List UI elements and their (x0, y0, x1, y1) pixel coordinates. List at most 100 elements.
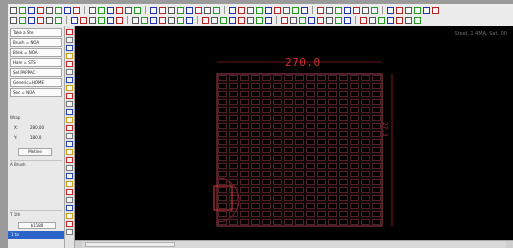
side-tool-icon[interactable] (66, 189, 73, 195)
horizontal-scrollbar[interactable] (75, 240, 513, 248)
side-tool-icon[interactable] (66, 229, 73, 235)
toolbar-tool-icon[interactable] (19, 6, 26, 14)
toolbar-tool-icon[interactable] (405, 16, 412, 24)
coord-y-value[interactable]: 180.0 (30, 134, 41, 142)
side-tool-icon[interactable] (66, 133, 73, 139)
toolbar-tool-icon[interactable] (177, 6, 184, 14)
side-tool-icon[interactable] (66, 85, 73, 91)
toolbar-tool-icon[interactable] (195, 6, 202, 14)
toolbar-tool-icon[interactable] (335, 6, 342, 14)
toolbar-tool-icon[interactable] (378, 16, 385, 24)
toolbar-tool-icon[interactable] (265, 6, 272, 14)
side-tool-icon[interactable] (66, 69, 73, 75)
toolbar-tool-icon[interactable] (281, 16, 288, 24)
toolbar-tool-icon[interactable] (37, 16, 44, 24)
toolbar-tool-icon[interactable] (186, 6, 193, 14)
toolbar-tool-icon[interactable] (405, 6, 412, 14)
toolbar-tool-icon[interactable] (326, 16, 333, 24)
toolbar-tool-icon[interactable] (238, 16, 245, 24)
brush-section-heading[interactable]: A Brush (10, 160, 62, 169)
side-tool-icon[interactable] (66, 53, 73, 59)
toolbar-tool-icon[interactable] (186, 16, 193, 24)
toolbar-tool-icon[interactable] (229, 6, 236, 14)
toolbar-tool-icon[interactable] (335, 16, 342, 24)
side-tool-icon[interactable] (66, 213, 73, 219)
toolbar-tool-icon[interactable] (98, 16, 105, 24)
toolbar-tool-icon[interactable] (55, 6, 62, 14)
mode-button[interactable]: Metine (18, 148, 52, 156)
toolbar-tool-icon[interactable] (202, 16, 209, 24)
selected-list-item[interactable]: 1 to (8, 231, 64, 239)
toolbar-tool-icon[interactable] (28, 6, 35, 14)
toolbar-tool-icon[interactable] (256, 16, 263, 24)
side-tool-icon[interactable] (66, 37, 73, 43)
toolbar-tool-icon[interactable] (141, 16, 148, 24)
side-tool-icon[interactable] (66, 125, 73, 131)
toolbar-tool-icon[interactable] (116, 6, 123, 14)
side-tool-icon[interactable] (66, 205, 73, 211)
side-tool-icon[interactable] (66, 165, 73, 171)
side-tool-icon[interactable] (66, 45, 73, 51)
toolbar-tool-icon[interactable] (387, 6, 394, 14)
toolbar-tool-icon[interactable] (360, 16, 367, 24)
toolbar-tool-icon[interactable] (125, 6, 132, 14)
command-item-5[interactable]: Sel.PAPPAC (10, 68, 62, 77)
toolbar-tool-icon[interactable] (71, 16, 78, 24)
toolbar-tool-icon[interactable] (80, 16, 87, 24)
toolbar-tool-icon[interactable] (256, 6, 263, 14)
command-item-1[interactable]: Take a Ste (10, 28, 62, 37)
toolbar-tool-icon[interactable] (369, 16, 376, 24)
toolbar-tool-icon[interactable] (37, 6, 44, 14)
toolbar-tool-icon[interactable] (396, 6, 403, 14)
toolbar-tool-icon[interactable] (107, 6, 114, 14)
toolbar-tool-icon[interactable] (73, 6, 80, 14)
scroll-right-icon[interactable] (506, 241, 513, 248)
coord-x-value[interactable]: 280.00 (30, 124, 44, 132)
value-field[interactable]: $1180 (18, 222, 56, 229)
toolbar-tool-icon[interactable] (159, 16, 166, 24)
toolbar-tool-icon[interactable] (10, 6, 17, 14)
toolbar-tool-icon[interactable] (211, 16, 218, 24)
toolbar-tool-icon[interactable] (19, 16, 26, 24)
toolbar-tool-icon[interactable] (229, 16, 236, 24)
toolbar-tool-icon[interactable] (423, 6, 430, 14)
toolbar-tool-icon[interactable] (308, 16, 315, 24)
side-tool-icon[interactable] (66, 149, 73, 155)
toolbar-tool-icon[interactable] (98, 6, 105, 14)
command-item-4[interactable]: Ham = STS (10, 58, 62, 67)
side-tool-icon[interactable] (66, 29, 73, 35)
side-tool-icon[interactable] (66, 61, 73, 67)
toolbar-tool-icon[interactable] (177, 16, 184, 24)
side-tool-icon[interactable] (66, 109, 73, 115)
side-tool-icon[interactable] (66, 93, 73, 99)
toolbar-tool-icon[interactable] (414, 6, 421, 14)
command-item-7[interactable]: Sec = NOA (10, 88, 62, 97)
toolbar-tool-icon[interactable] (150, 16, 157, 24)
toolbar-tool-icon[interactable] (134, 6, 141, 14)
side-tool-icon[interactable] (66, 117, 73, 123)
toolbar-tool-icon[interactable] (317, 16, 324, 24)
toolbar-tool-icon[interactable] (299, 16, 306, 24)
toolbar-tool-icon[interactable] (46, 16, 53, 24)
toolbar-tool-icon[interactable] (89, 16, 96, 24)
toolbar-tool-icon[interactable] (204, 6, 211, 14)
toolbar-tool-icon[interactable] (46, 6, 53, 14)
toolbar-tool-icon[interactable] (432, 6, 439, 14)
scroll-left-icon[interactable] (75, 241, 82, 248)
toolbar-tool-icon[interactable] (387, 16, 394, 24)
side-tool-icon[interactable] (66, 197, 73, 203)
toolbar-tool-icon[interactable] (10, 16, 17, 24)
side-tool-icon[interactable] (66, 141, 73, 147)
toolbar-tool-icon[interactable] (107, 16, 114, 24)
toolbar-tool-icon[interactable] (317, 6, 324, 14)
toolbar-tool-icon[interactable] (28, 16, 35, 24)
toolbar-tool-icon[interactable] (283, 6, 290, 14)
toolbar-tool-icon[interactable] (353, 6, 360, 14)
side-tool-icon[interactable] (66, 173, 73, 179)
toolbar-tool-icon[interactable] (213, 6, 220, 14)
toolbar-tool-icon[interactable] (238, 6, 245, 14)
scrollbar-thumb[interactable] (85, 242, 175, 247)
toolbar-tool-icon[interactable] (247, 16, 254, 24)
toolbar-tool-icon[interactable] (274, 6, 281, 14)
toolbar-tool-icon[interactable] (371, 6, 378, 14)
